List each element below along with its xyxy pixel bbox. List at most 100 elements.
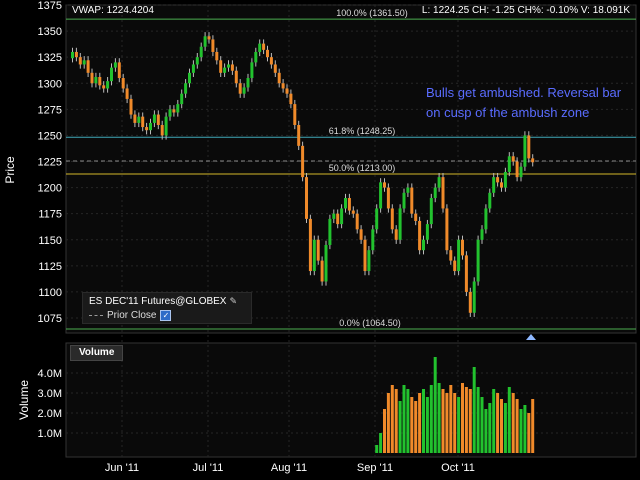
candle-body	[184, 83, 188, 94]
price-tick-label: 1250	[38, 130, 62, 142]
candle-body	[215, 51, 219, 61]
candle-body	[507, 156, 511, 172]
volume-bar	[496, 393, 500, 453]
volume-bar	[429, 385, 433, 453]
price-tick-label: 1375	[38, 0, 62, 12]
candle-body	[301, 145, 305, 178]
volume-bar	[503, 403, 507, 453]
volume-bar	[406, 389, 410, 453]
candle-body	[188, 72, 191, 84]
candle-body	[332, 213, 336, 219]
candle-body	[149, 122, 152, 131]
volume-bar	[476, 387, 480, 453]
candle-body	[394, 229, 398, 240]
candle-body	[422, 239, 425, 251]
volume-bar	[441, 389, 445, 453]
volume-bar	[394, 389, 398, 453]
candle-body	[137, 116, 141, 123]
volume-bar	[437, 383, 441, 453]
volume-bar	[449, 385, 453, 453]
candle-body	[133, 114, 137, 123]
candle-body	[78, 57, 82, 65]
candle-body	[476, 239, 480, 282]
candle-body	[71, 51, 74, 59]
pin-icon[interactable]: ✎	[229, 296, 237, 306]
candle-body	[289, 93, 293, 105]
price-tick-label: 1100	[38, 287, 62, 299]
candle-body	[527, 135, 531, 159]
candle-body	[468, 291, 472, 313]
price-tick-label: 1325	[38, 52, 62, 64]
candle-body	[386, 187, 390, 209]
volume-tab[interactable]: Volume	[70, 345, 124, 361]
candle-body	[145, 127, 149, 131]
candle-body	[414, 213, 418, 221]
price-tick-label: 1175	[38, 209, 62, 221]
candle-body	[425, 224, 429, 240]
candle-body	[141, 116, 145, 128]
date-tick-label: Aug '11	[271, 462, 307, 474]
candle-body	[281, 83, 285, 89]
candle-body	[519, 166, 523, 178]
candle-body	[449, 250, 453, 261]
candle-body	[453, 260, 457, 272]
candle-body	[262, 43, 266, 50]
volume-bar	[410, 397, 414, 453]
volume-bar	[383, 409, 386, 453]
volume-bar	[531, 399, 535, 453]
volume-bar	[433, 357, 437, 453]
candle-body	[336, 213, 340, 225]
candle-body	[410, 187, 414, 214]
candle-body	[258, 43, 262, 52]
candle-body	[433, 187, 437, 199]
price-tick-label: 1275	[38, 104, 62, 116]
candle-body	[234, 70, 238, 84]
chart-legend: ES DEC'11 Futures@GLOBEX ✎ Prior Close ✓	[82, 292, 252, 324]
candle-body	[484, 208, 488, 230]
dashed-line-icon	[89, 315, 103, 316]
fib-level-label: 0.0% (1064.50)	[339, 318, 401, 328]
candle-body	[347, 198, 351, 211]
candle-body	[117, 62, 121, 79]
candle-body	[113, 62, 117, 68]
volume-bar	[488, 403, 492, 453]
volume-bar	[418, 393, 422, 453]
candle-body	[293, 104, 297, 125]
candle-body	[250, 62, 254, 79]
volume-tick-label: 4.0M	[38, 368, 62, 380]
date-tick-label: Jul '11	[193, 462, 224, 474]
candle-body	[464, 255, 468, 292]
volume-bar	[480, 397, 484, 453]
candle-body	[219, 60, 223, 73]
candle-body	[172, 109, 176, 113]
candle-body	[297, 124, 301, 146]
candle-body	[211, 39, 215, 52]
candle-body	[285, 88, 289, 94]
candle-body	[121, 78, 125, 89]
candle-body	[511, 156, 515, 162]
price-tick-label: 1075	[38, 313, 62, 325]
volume-bar	[461, 383, 464, 453]
volume-bar	[398, 401, 402, 453]
candle-body	[207, 36, 211, 40]
candle-body	[429, 198, 433, 225]
legend-title: ES DEC'11 Futures@GLOBEX ✎	[89, 296, 237, 307]
candle-body	[180, 93, 184, 105]
candle-body	[273, 64, 277, 73]
candle-body	[461, 239, 464, 256]
price-tick-label: 1225	[38, 157, 62, 169]
candle-body	[351, 210, 355, 214]
candle-body	[418, 220, 422, 251]
prior-close-label: Prior Close	[107, 310, 157, 322]
volume-bar	[457, 397, 461, 453]
candle-body	[496, 177, 500, 183]
candle-body	[254, 51, 258, 63]
candle-body	[168, 109, 172, 117]
candle-body	[472, 281, 476, 313]
prior-close-checkbox[interactable]: ✓	[160, 310, 172, 321]
fib-level-label: 50.0% (1213.00)	[329, 163, 396, 173]
candle-body	[359, 229, 363, 240]
volume-tick-label: 1.0M	[38, 428, 62, 440]
candle-body	[531, 158, 535, 163]
candle-body	[500, 182, 503, 188]
